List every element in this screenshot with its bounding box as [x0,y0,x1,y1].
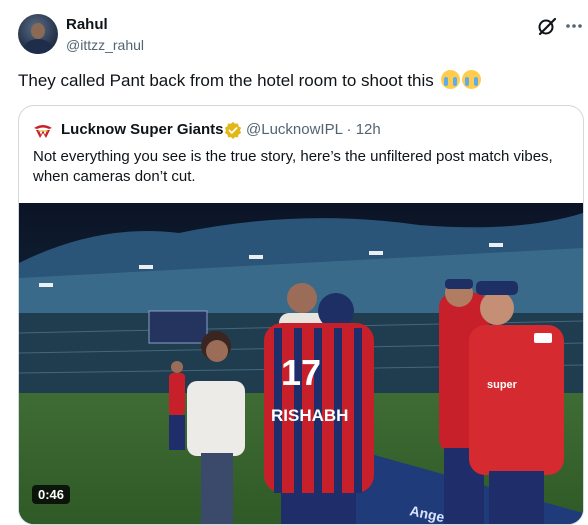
tweet-text-content: They called Pant back from the hotel roo… [18,71,434,90]
author-avatar[interactable] [18,14,58,54]
tweet-text: They called Pant back from the hotel roo… [18,70,481,92]
quoted-tweet[interactable]: Lucknow Super Giants @LucknowIPL · 12h N… [18,105,584,525]
jersey-name: RISHABH [271,406,348,425]
jersey-sponsor-text: super [487,379,518,391]
grok-icon[interactable] [536,15,558,37]
quoted-author-name[interactable]: Lucknow Super Giants [61,121,224,138]
more-icon[interactable] [564,18,584,34]
video-player[interactable]: AngelOne 17 RISHABH super 0:46 [19,203,583,524]
quoted-tweet-text: Not everything you see is the true story… [33,148,553,185]
verified-badge-icon [224,121,242,139]
tweet[interactable]: Rahul @ittzz_rahul They called Pant back… [0,0,588,525]
loudly-crying-face-emoji [440,70,460,89]
quoted-handle-time[interactable]: @LucknowIPL · 12h [246,121,381,138]
video-duration: 0:46 [32,485,71,504]
author-handle[interactable]: @ittzz_rahul [66,37,144,53]
lsg-logo-icon[interactable] [33,120,53,140]
author-name[interactable]: Rahul [66,16,108,33]
video-frame: AngelOne 17 RISHABH super [19,203,583,524]
jersey-number: 17 [281,352,321,393]
loudly-crying-face-emoji [461,70,481,89]
